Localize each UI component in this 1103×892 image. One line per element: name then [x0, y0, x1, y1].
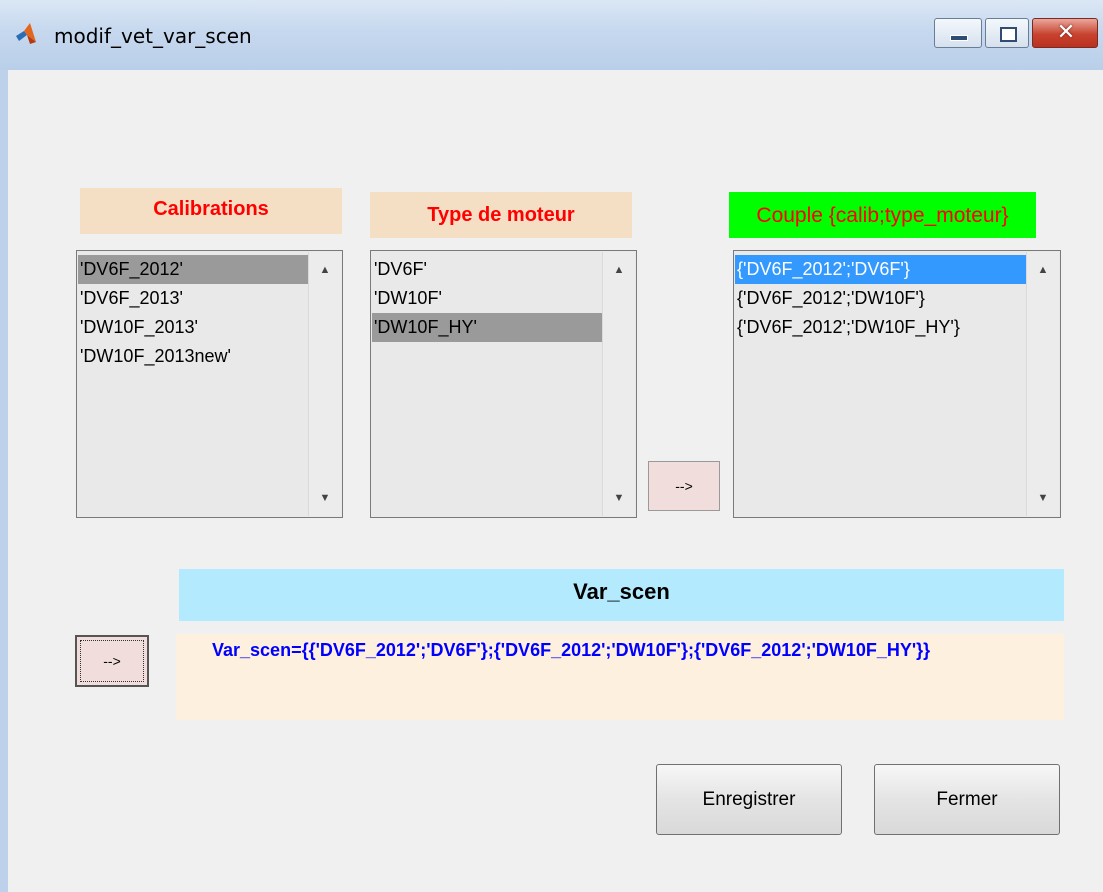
minimize-button[interactable]	[934, 18, 982, 48]
list-item[interactable]: 'DW10F_2013'	[78, 313, 308, 342]
scroll-down-icon[interactable]: ▼	[603, 492, 635, 504]
scroll-up-icon[interactable]: ▲	[1027, 264, 1059, 276]
maximize-icon	[1000, 27, 1017, 42]
list-item[interactable]: 'DV6F'	[372, 255, 602, 284]
minimize-icon	[950, 35, 968, 41]
add-couple-button[interactable]: -->	[648, 461, 720, 511]
list-item[interactable]: {'DV6F_2012';'DW10F'}	[735, 284, 1026, 313]
list-item[interactable]: {'DV6F_2012';'DW10F_HY'}	[735, 313, 1026, 342]
scroll-down-icon[interactable]: ▼	[309, 492, 341, 504]
couple-listbox[interactable]: {'DV6F_2012';'DV6F'} {'DV6F_2012';'DW10F'…	[733, 250, 1061, 518]
list-item[interactable]: 'DW10F_2013new'	[78, 342, 308, 371]
list-item[interactable]: 'DW10F_HY'	[372, 313, 602, 342]
matlab-icon	[16, 23, 36, 44]
list-item[interactable]: 'DV6F_2013'	[78, 284, 308, 313]
var-scen-value: Var_scen={{'DV6F_2012';'DV6F'};{'DV6F_20…	[176, 634, 1064, 720]
type-moteur-scrollbar[interactable]: ▲ ▼	[602, 252, 635, 516]
scroll-down-icon[interactable]: ▼	[1027, 492, 1059, 504]
list-item[interactable]: 'DV6F_2012'	[78, 255, 308, 284]
window-title: modif_vet_var_scen	[54, 24, 252, 48]
calibrations-items: 'DV6F_2012' 'DV6F_2013' 'DW10F_2013' 'DW10F…	[78, 255, 308, 371]
type-moteur-items: 'DV6F' 'DW10F' 'DW10F_HY'	[372, 255, 602, 342]
var-scen-title: Var_scen	[179, 569, 1064, 621]
window-frame-left	[0, 70, 8, 892]
maximize-button[interactable]	[985, 18, 1029, 48]
calibrations-scrollbar[interactable]: ▲ ▼	[308, 252, 341, 516]
type-moteur-label: Type de moteur	[370, 192, 632, 238]
calibrations-label: Calibrations	[80, 188, 342, 234]
scroll-up-icon[interactable]: ▲	[603, 264, 635, 276]
close-window-button[interactable]: ✕	[1032, 18, 1098, 48]
couple-label: Couple {calib;type_moteur}	[729, 192, 1036, 238]
close-icon: ✕	[1056, 20, 1076, 45]
list-item[interactable]: {'DV6F_2012';'DV6F'}	[735, 255, 1026, 284]
calibrations-listbox[interactable]: 'DV6F_2012' 'DV6F_2013' 'DW10F_2013' 'DW10F…	[76, 250, 343, 518]
couple-items: {'DV6F_2012';'DV6F'} {'DV6F_2012';'DW10F'…	[735, 255, 1026, 342]
title-bar: modif_vet_var_scen ✕	[0, 0, 1103, 70]
list-item[interactable]: 'DW10F'	[372, 284, 602, 313]
couple-scrollbar[interactable]: ▲ ▼	[1026, 252, 1059, 516]
build-var-scen-button[interactable]: -->	[75, 635, 149, 687]
close-button[interactable]: Fermer	[874, 764, 1060, 835]
scroll-up-icon[interactable]: ▲	[309, 264, 341, 276]
save-button[interactable]: Enregistrer	[656, 764, 842, 835]
type-moteur-listbox[interactable]: 'DV6F' 'DW10F' 'DW10F_HY' ▲ ▼	[370, 250, 637, 518]
